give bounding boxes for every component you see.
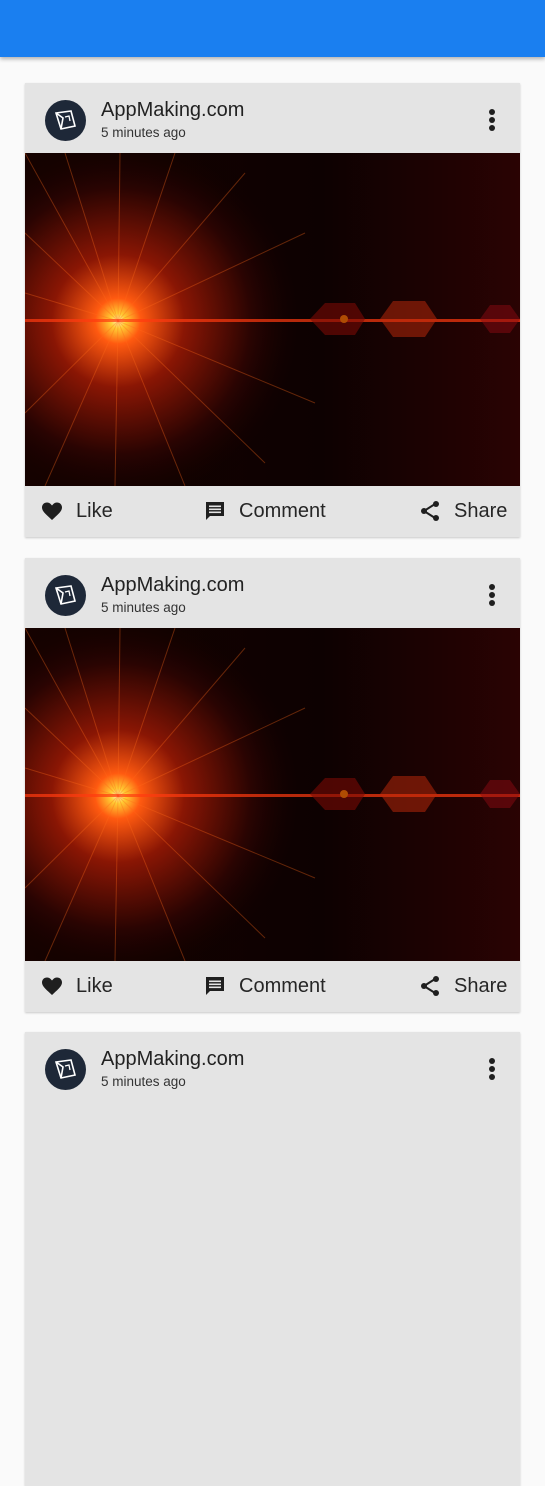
share-label: Share [454,499,508,522]
appmaking-logo-icon [54,110,76,130]
avatar[interactable] [45,1049,86,1090]
lens-flare-photo [25,153,520,486]
like-label: Like [76,974,113,997]
appmaking-logo-icon [54,1059,76,1079]
comment-button[interactable]: Comment [203,973,326,999]
post-image[interactable] [25,628,520,961]
share-button[interactable]: Share [418,973,507,999]
post-header: AppMaking.com 5 minutes ago [25,83,520,153]
post-card: AppMaking.com 5 minutes ago [25,83,520,537]
more-vert-icon[interactable] [482,1054,502,1084]
post-image[interactable] [25,153,520,486]
post-card: AppMaking.com 5 minutes ago [25,558,520,1012]
post-card: AppMaking.com 5 minutes ago [25,1032,520,1486]
post-time: 5 minutes ago [101,600,186,615]
comment-label: Comment [239,974,326,997]
share-label: Share [454,974,508,997]
avatar[interactable] [45,575,86,616]
comment-button[interactable]: Comment [203,498,326,524]
heart-icon [42,977,62,995]
post-time: 5 minutes ago [101,1074,186,1089]
post-actions: Like Comment Share [25,961,520,1012]
share-icon [421,501,439,521]
app-bar [0,0,545,57]
like-button[interactable]: Like [40,973,113,999]
like-button[interactable]: Like [40,498,113,524]
share-button[interactable]: Share [418,498,507,524]
like-label: Like [76,499,113,522]
comment-icon [206,502,224,520]
more-vert-icon[interactable] [482,105,502,135]
post-header: AppMaking.com 5 minutes ago [25,1032,520,1102]
lens-flare-photo [25,628,520,961]
comment-icon [206,977,224,995]
post-actions: Like Comment Share [25,486,520,537]
post-time: 5 minutes ago [101,125,186,140]
author-name[interactable]: AppMaking.com [101,1048,244,1071]
heart-icon [42,502,62,520]
post-header: AppMaking.com 5 minutes ago [25,558,520,628]
more-vert-icon[interactable] [482,580,502,610]
comment-label: Comment [239,499,326,522]
author-name[interactable]: AppMaking.com [101,574,244,597]
author-name[interactable]: AppMaking.com [101,99,244,122]
appmaking-logo-icon [54,585,76,605]
share-icon [421,976,439,996]
avatar[interactable] [45,100,86,141]
